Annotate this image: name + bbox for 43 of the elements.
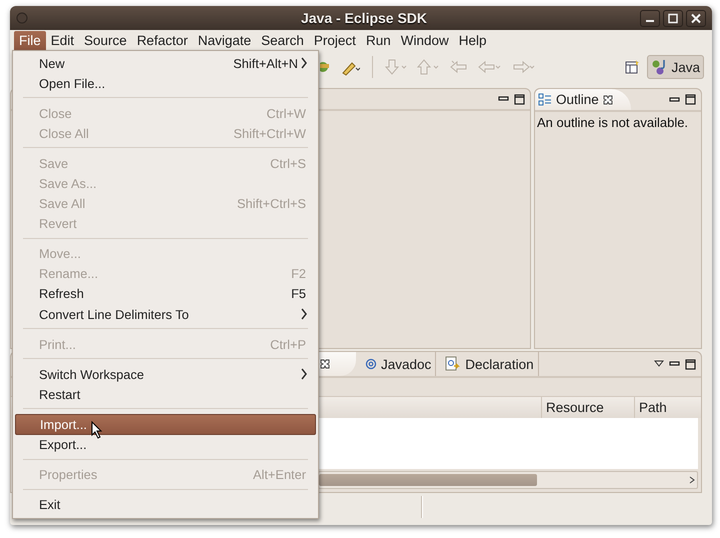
window-title: Java - Eclipse SDK	[300, 10, 428, 26]
minimize-icon[interactable]	[669, 96, 680, 104]
menu-item[interactable]: Convert Line Delimiters To	[15, 304, 316, 324]
close-icon[interactable]	[320, 359, 330, 369]
maximize-icon[interactable]	[663, 10, 683, 26]
outline-icon	[538, 92, 552, 106]
menu-item[interactable]: Exit	[15, 494, 316, 515]
maximize-icon[interactable]	[685, 358, 696, 370]
minimize-icon[interactable]	[640, 10, 660, 26]
outline-message: An outline is not available.	[536, 114, 690, 132]
close-icon[interactable]	[686, 10, 706, 26]
menu-item[interactable]: Search	[256, 31, 309, 51]
open-perspective-icon[interactable]	[625, 60, 640, 74]
menu-item[interactable]: Refactor	[132, 31, 193, 51]
outline-tab[interactable]: Outline	[535, 89, 631, 110]
minimize-icon[interactable]	[669, 360, 680, 368]
menu-item[interactable]: Project	[308, 31, 361, 51]
menu-item[interactable]: New Shift+Alt+N	[15, 53, 316, 74]
menu-item[interactable]: Help	[454, 31, 492, 51]
menu-item[interactable]: Switch Workspace	[15, 364, 316, 384]
menu-item[interactable]: Refresh F5	[15, 284, 316, 304]
document-icon	[445, 356, 462, 372]
view-menu-icon[interactable]	[654, 360, 664, 368]
menu-item[interactable]: Edit	[46, 31, 80, 51]
menu-item[interactable]: Restart	[15, 384, 316, 404]
view-tab[interactable]: Declaration	[441, 352, 539, 376]
menu-item[interactable]: Window	[396, 31, 454, 51]
maximize-icon[interactable]	[514, 94, 525, 104]
menu-item[interactable]: Import...	[15, 414, 316, 434]
cursor-icon	[91, 421, 103, 439]
scrollbar-thumb[interactable]	[319, 474, 537, 486]
minimize-icon[interactable]	[498, 95, 509, 103]
menu-item[interactable]: Export...	[15, 434, 316, 455]
view-tab[interactable]: Javadoc	[361, 352, 436, 376]
menu-item[interactable]: Source	[79, 31, 132, 51]
menu-item[interactable]: Run	[360, 31, 396, 51]
menu-item[interactable]: File	[14, 31, 46, 51]
perspective-button[interactable]: Java	[647, 55, 704, 79]
horizontal-scrollbar[interactable]	[318, 471, 698, 489]
close-icon[interactable]	[602, 94, 613, 104]
menu-item[interactable]: Open File...	[15, 73, 316, 94]
menu-item[interactable]: Navigate	[192, 31, 256, 51]
maximize-icon[interactable]	[685, 94, 696, 105]
